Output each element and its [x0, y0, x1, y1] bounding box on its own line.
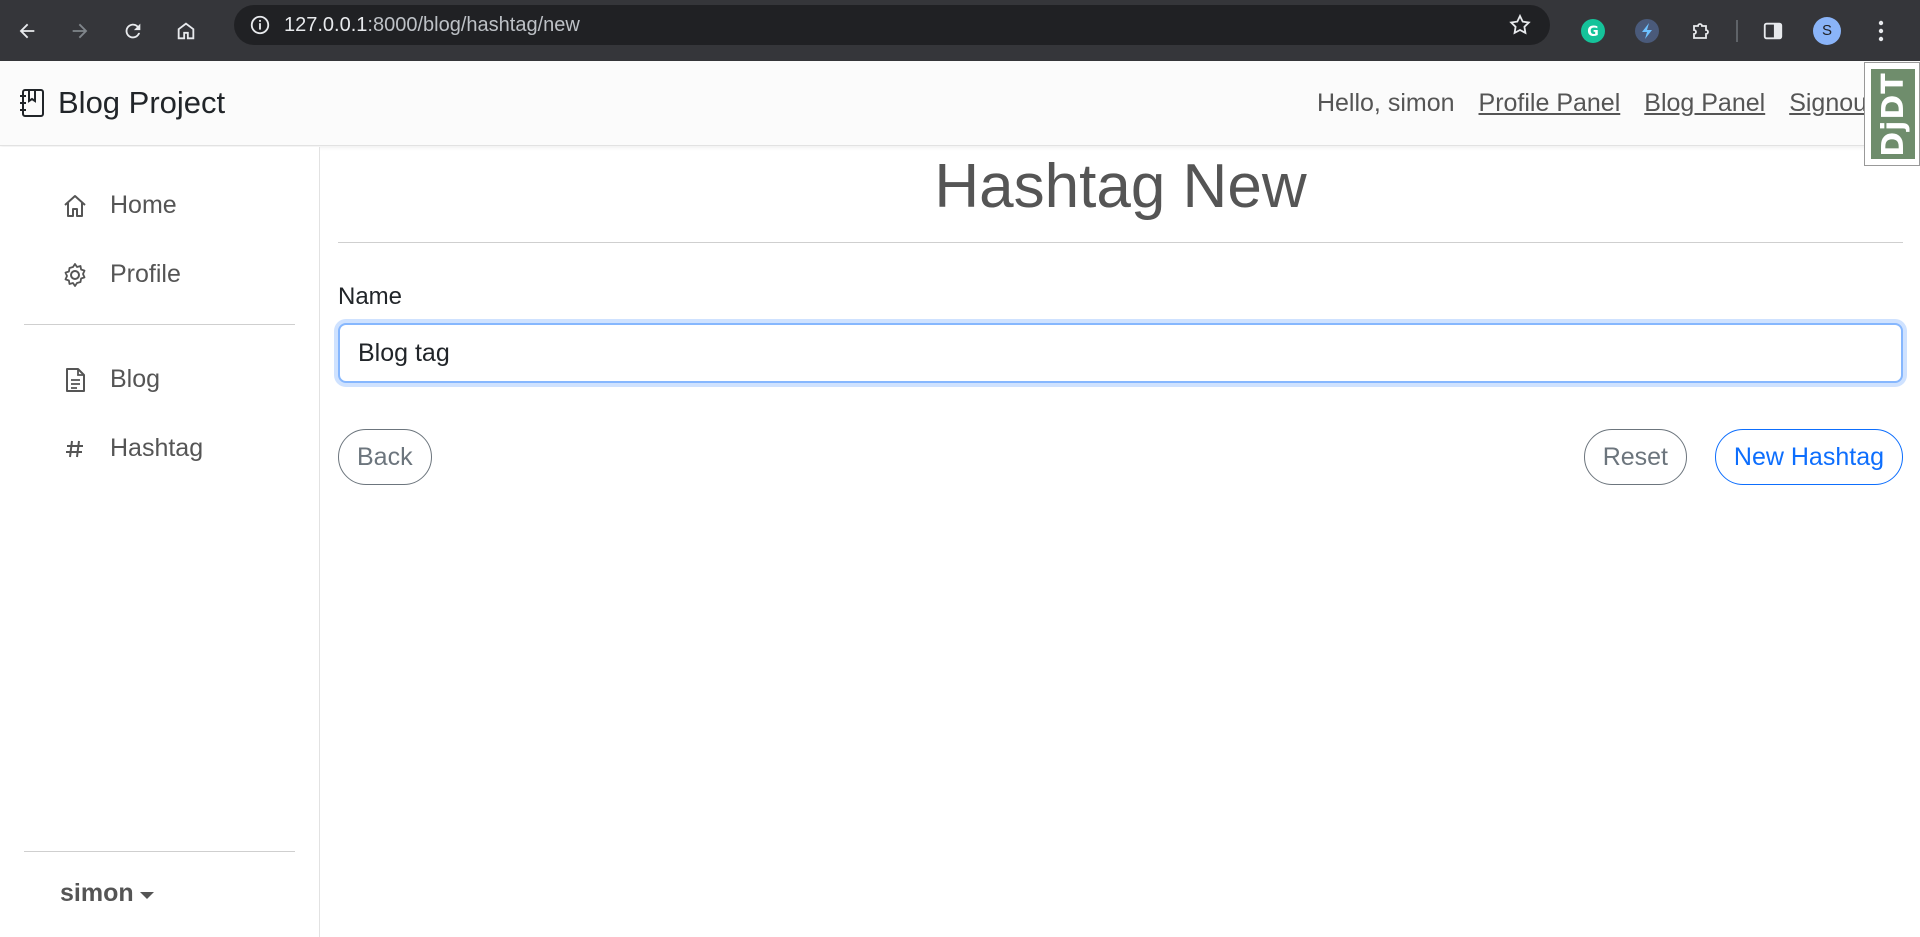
lightning-extension-icon[interactable]	[1620, 7, 1674, 55]
blog-panel-link[interactable]: Blog Panel	[1644, 89, 1765, 118]
sidebar-item-hashtag[interactable]: Hashtag	[0, 414, 319, 483]
top-navbar: Blog Project Hello, simon Profile Panel …	[0, 61, 1920, 146]
djdt-label: DjDT	[1875, 71, 1911, 157]
url-text: 127.0.0.1:8000/blog/hashtag/new	[284, 14, 580, 37]
sidebar-item-label: Profile	[110, 260, 181, 288]
name-field-label: Name	[338, 283, 403, 310]
name-input[interactable]	[338, 323, 1903, 383]
sidebar-divider	[24, 324, 295, 325]
extensions-puzzle-icon[interactable]	[1674, 7, 1728, 55]
home-icon[interactable]	[159, 0, 212, 61]
hash-icon	[60, 434, 90, 464]
toolbar-divider	[1736, 19, 1738, 42]
page-title: Hashtag New	[338, 147, 1903, 243]
profile-panel-link[interactable]: Profile Panel	[1479, 89, 1621, 118]
sidebar-item-label: Hashtag	[110, 434, 204, 462]
new-hashtag-button[interactable]: New Hashtag	[1714, 429, 1903, 485]
address-bar[interactable]: 127.0.0.1:8000/blog/hashtag/new	[234, 5, 1550, 45]
grammarly-icon[interactable]: G	[1566, 7, 1620, 55]
reload-icon[interactable]	[106, 0, 159, 61]
sidebar-bottom-divider	[24, 851, 295, 852]
user-name: simon	[60, 879, 134, 907]
main-content: Hashtag New Name Back Reset New Hashtag	[338, 147, 1903, 485]
profile-initial: S	[1813, 16, 1841, 45]
document-icon	[60, 365, 90, 395]
back-button[interactable]: Back	[338, 429, 432, 485]
url-host: 127.0.0.1	[284, 13, 368, 36]
browser-toolbar: 127.0.0.1:8000/blog/hashtag/new G S	[0, 0, 1920, 61]
profile-avatar[interactable]: S	[1800, 7, 1854, 55]
sidebar-item-profile[interactable]: Profile	[0, 240, 319, 309]
site-info-icon[interactable]	[240, 5, 280, 45]
svg-text:G: G	[1587, 24, 1599, 40]
form-actions: Back Reset New Hashtag	[338, 429, 1903, 485]
signout-link[interactable]: Signout	[1789, 89, 1874, 118]
back-arrow-icon[interactable]	[0, 0, 53, 61]
sidebar-item-label: Home	[110, 191, 177, 219]
side-panel-icon[interactable]	[1746, 7, 1800, 55]
caret-down-icon	[139, 891, 154, 899]
sidebar-item-home[interactable]: Home	[0, 171, 319, 240]
url-path: :8000/blog/hashtag/new	[367, 13, 580, 36]
reset-button[interactable]: Reset	[1583, 429, 1687, 485]
brand-name: Blog Project	[58, 85, 226, 120]
sidebar-item-blog[interactable]: Blog	[0, 345, 319, 414]
journal-icon	[20, 89, 44, 117]
bookmark-star-icon[interactable]	[1508, 13, 1532, 37]
sidebar: Home Profile Blog Hashtag simon	[0, 147, 320, 937]
greeting-text: Hello, simon	[1316, 89, 1455, 117]
kebab-menu-icon[interactable]	[1854, 7, 1908, 55]
sidebar-item-label: Blog	[110, 365, 161, 393]
user-dropdown[interactable]: simon	[60, 879, 154, 908]
gear-icon	[60, 260, 90, 290]
forward-arrow-icon[interactable]	[53, 0, 106, 61]
brand[interactable]: Blog Project	[18, 85, 225, 121]
home-icon	[60, 191, 90, 221]
